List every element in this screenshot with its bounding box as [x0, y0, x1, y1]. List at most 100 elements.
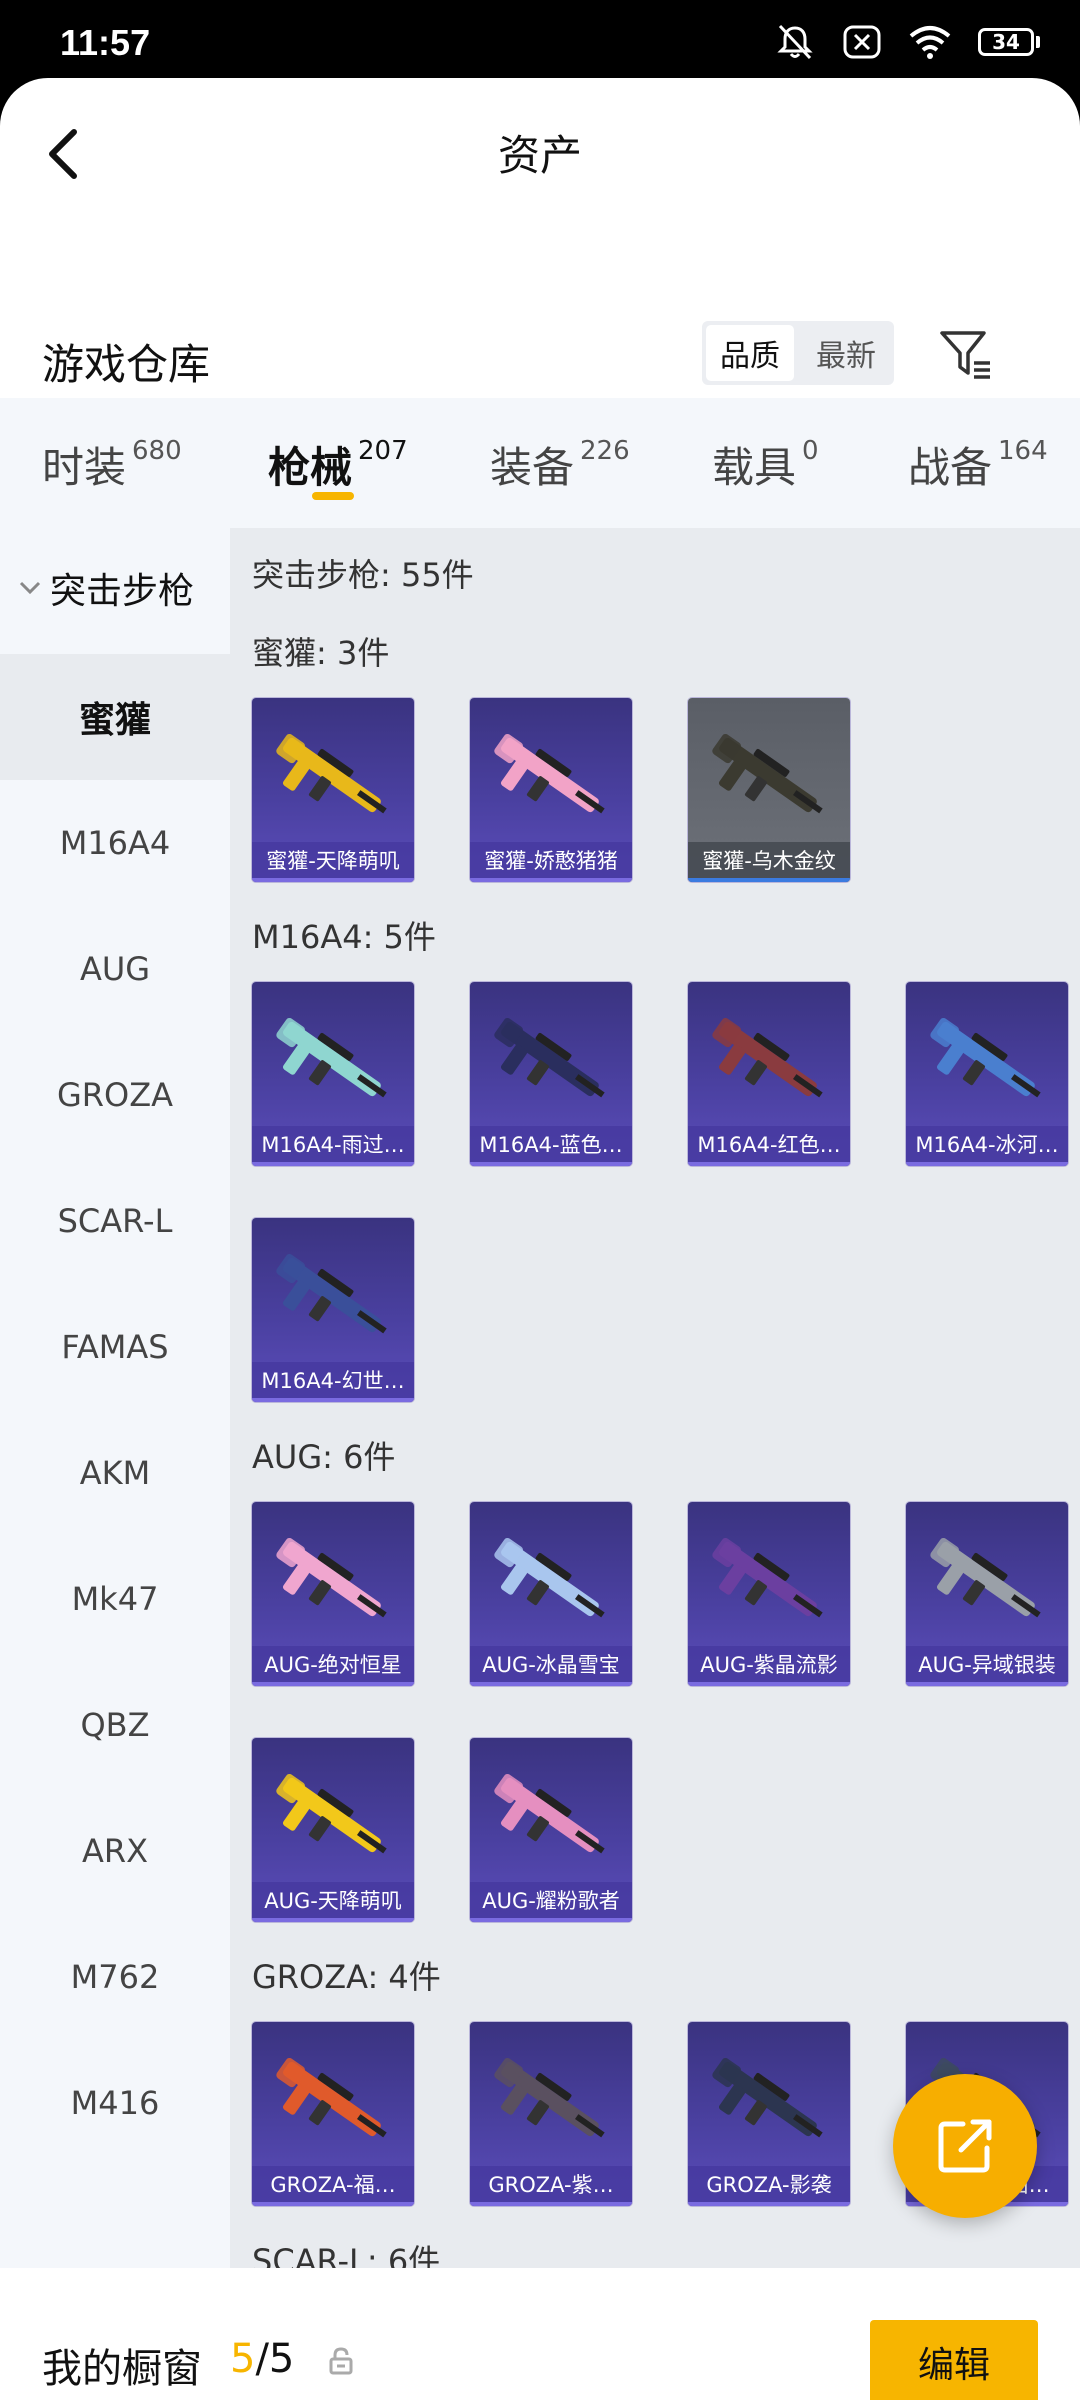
group-label: GROZA: 4件: [252, 1958, 441, 1996]
category-summary: 突击步枪: 55件: [252, 556, 474, 594]
sidebar-item[interactable]: M762: [0, 1914, 230, 2040]
weapon-name: M16A4-冰河…: [906, 1126, 1068, 1166]
sidebar-item[interactable]: 蜜獾: [0, 654, 230, 780]
edit-button[interactable]: 编辑: [870, 2320, 1038, 2400]
sidebar-item[interactable]: M416: [0, 2040, 230, 2166]
rifle-icon: [712, 733, 823, 814]
weapon-card[interactable]: GROZA-紫…: [470, 2022, 632, 2206]
tab-outfits[interactable]: 时装 680: [42, 434, 182, 495]
weapon-card[interactable]: AUG-异域银装: [906, 1502, 1068, 1686]
group-label: M16A4: 5件: [252, 918, 436, 956]
filter-icon[interactable]: [938, 327, 994, 383]
group-label: AUG: 6件: [252, 1438, 396, 1476]
weapon-card[interactable]: M16A4-蓝色…: [470, 982, 632, 1166]
weapon-name: M16A4-蓝色…: [470, 1126, 632, 1166]
weapon-grid: 突击步枪: 55件 蜜獾: 3件 蜜獾-天降萌叽 蜜獾-娇憨猪猪 蜜獾-乌木金纹 M16…: [230, 528, 1080, 2268]
weapon-name: GROZA-影袭: [688, 2166, 850, 2206]
rifle-icon: [276, 1253, 387, 1334]
showcase-count: 5/5: [230, 2336, 294, 2382]
group-label: SCAR-L: 6件: [252, 2242, 441, 2268]
tab-label: 载具: [712, 443, 797, 492]
active-tab-indicator: [312, 492, 354, 500]
showcase-total: /5: [255, 2336, 295, 2382]
sort-toggle: 品质 最新: [702, 321, 894, 385]
weapon-card[interactable]: M16A4-冰河…: [906, 982, 1068, 1166]
nav-bar: 资产: [0, 78, 1080, 226]
weapon-card[interactable]: M16A4-幻世…: [252, 1218, 414, 1402]
rifle-icon: [494, 2057, 605, 2138]
sidebar-item[interactable]: AKM: [0, 1410, 230, 1536]
group-label: 蜜獾: 3件: [252, 634, 390, 672]
weapon-name: 蜜獾-娇憨猪猪: [470, 842, 632, 882]
weapon-name: AUG-耀粉歌者: [470, 1882, 632, 1922]
showcase-bar: 我的橱窗 5/5 编辑: [0, 2286, 1080, 2400]
tab-label: 枪械: [268, 443, 353, 492]
weapon-card[interactable]: 蜜獾-天降萌叽: [252, 698, 414, 882]
weapon-sidebar: 突击步枪 蜜獾 M16A4 AUG GROZA SCAR-L FAMAS AKM Mk47 QB…: [0, 528, 230, 2268]
sort-newest-button[interactable]: 最新: [802, 325, 890, 381]
tab-count: 226: [580, 436, 630, 466]
weapon-card[interactable]: AUG-耀粉歌者: [470, 1738, 632, 1922]
tab-count: 0: [802, 436, 819, 466]
weapon-card[interactable]: 蜜獾-娇憨猪猪: [470, 698, 632, 882]
weapon-card[interactable]: AUG-紫晶流影: [688, 1502, 850, 1686]
tab-vehicles[interactable]: 载具 0: [712, 434, 819, 495]
rifle-icon: [276, 2057, 387, 2138]
wifi-icon: [909, 26, 951, 59]
weapon-card[interactable]: AUG-天降萌叽: [252, 1738, 414, 1922]
weapon-name: M16A4-雨过…: [252, 1126, 414, 1166]
rifle-icon: [930, 1537, 1041, 1618]
battery-level: 34: [978, 28, 1034, 56]
status-icons: 34: [774, 22, 1040, 62]
weapon-name: 蜜獾-天降萌叽: [252, 842, 414, 882]
weapon-card[interactable]: M16A4-雨过…: [252, 982, 414, 1166]
weapon-name: AUG-异域银装: [906, 1646, 1068, 1686]
rifle-icon: [712, 1537, 823, 1618]
tab-count: 207: [358, 436, 408, 466]
weapon-name: AUG-冰晶雪宝: [470, 1646, 632, 1686]
sidebar-item[interactable]: SCAR-L: [0, 1158, 230, 1284]
sidebar-item[interactable]: ARX: [0, 1788, 230, 1914]
share-fab[interactable]: [893, 2074, 1037, 2218]
tab-battle-gear[interactable]: 战备 164: [908, 434, 1048, 495]
weapon-card[interactable]: AUG-冰晶雪宝: [470, 1502, 632, 1686]
tab-equipment[interactable]: 装备 226: [490, 434, 630, 495]
battery-icon: 34: [978, 28, 1040, 56]
tab-count: 164: [998, 436, 1048, 466]
sidebar-item[interactable]: Mk47: [0, 1536, 230, 1662]
weapon-name: AUG-天降萌叽: [252, 1882, 414, 1922]
weapon-name: M16A4-红色…: [688, 1126, 850, 1166]
tab-label: 时装: [42, 443, 127, 492]
sidebar-category-header[interactable]: 突击步枪: [0, 528, 230, 648]
sidebar-item[interactable]: AUG: [0, 906, 230, 1032]
tab-guns[interactable]: 枪械 207: [268, 434, 408, 495]
weapon-card[interactable]: AUG-绝对恒星: [252, 1502, 414, 1686]
rifle-icon: [494, 1773, 605, 1854]
rifle-icon: [276, 1537, 387, 1618]
sidebar-item[interactable]: M16A4: [0, 780, 230, 906]
mute-icon: [777, 24, 813, 60]
lock-icon: [329, 2347, 353, 2375]
status-time: 11:57: [60, 22, 151, 63]
showcase-label: 我的橱窗: [42, 2346, 202, 2392]
rifle-icon: [712, 2057, 823, 2138]
weapon-card[interactable]: 蜜獾-乌木金纹: [688, 698, 850, 882]
category-tabs: 时装 680 枪械 207 装备 226 载具 0 战备 164: [0, 398, 1080, 528]
tab-count: 680: [132, 436, 182, 466]
rifle-icon: [494, 1017, 605, 1098]
weapon-card[interactable]: GROZA-福…: [252, 2022, 414, 2206]
weapon-name: AUG-紫晶流影: [688, 1646, 850, 1686]
sort-quality-button[interactable]: 品质: [706, 325, 794, 381]
weapon-card[interactable]: GROZA-影袭: [688, 2022, 850, 2206]
sidebar-item[interactable]: FAMAS: [0, 1284, 230, 1410]
chevron-down-icon: [19, 581, 41, 595]
weapon-card[interactable]: M16A4-红色…: [688, 982, 850, 1166]
weapon-name: GROZA-紫…: [470, 2166, 632, 2206]
sidebar-item[interactable]: QBZ: [0, 1662, 230, 1788]
tab-label: 装备: [490, 443, 575, 492]
showcase-current: 5: [230, 2336, 256, 2382]
sidebar-item[interactable]: GROZA: [0, 1032, 230, 1158]
weapon-name: AUG-绝对恒星: [252, 1646, 414, 1686]
rifle-icon: [276, 1773, 387, 1854]
rifle-icon: [276, 733, 387, 814]
